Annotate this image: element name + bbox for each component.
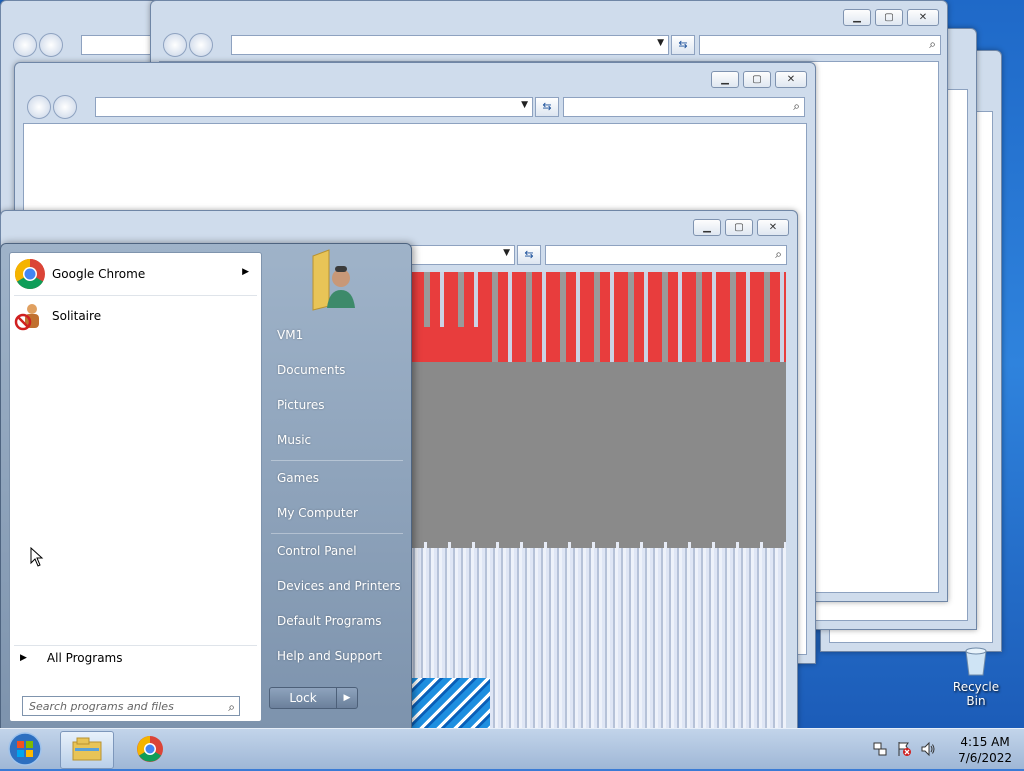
navigation-bar: ▼ ⇆ ⌕ [23,95,807,119]
minimize-button[interactable]: ▁ [711,71,739,88]
places-documents[interactable]: Documents [277,363,345,377]
taskbar-google-chrome[interactable] [124,731,176,767]
places-vm1[interactable]: VM1 [277,328,303,342]
taskbar: 4:15 AM 7/6/2022 [0,728,1024,769]
system-tray: 4:15 AM 7/6/2022 [864,729,1024,769]
separator [14,645,257,646]
places-help-and-support[interactable]: Help and Support [277,649,382,663]
glitch-red-band [410,327,480,362]
places-pictures[interactable]: Pictures [277,398,325,412]
dropdown-arrow-icon[interactable]: ▼ [503,248,510,258]
separator [271,460,403,461]
caption-buttons: ▁ ▢ ✕ [711,71,807,88]
volume-icon[interactable] [920,741,936,757]
maximize-button[interactable]: ▢ [875,9,903,26]
windows-explorer-icon [72,737,102,761]
search-box[interactable]: ⌕ [545,245,787,265]
recycle-bin[interactable]: Recycle Bin [944,645,1008,708]
maximize-button[interactable]: ▢ [725,219,753,236]
mouse-cursor-icon [30,547,44,567]
back-button[interactable] [163,33,187,57]
search-box[interactable]: ⌕ [699,35,941,55]
start-button[interactable] [6,731,44,767]
forward-button[interactable] [53,95,77,119]
recycle-bin-icon [965,647,987,676]
search-box[interactable]: ⌕ [563,97,805,117]
places-music[interactable]: Music [277,433,311,447]
back-button[interactable] [27,95,51,119]
address-bar[interactable]: ▼ [231,35,669,55]
shutdown-options-arrow-icon[interactable]: ▶ [336,687,358,709]
forward-button[interactable] [189,33,213,57]
search-icon: ⌕ [793,99,800,113]
action-center-warning-icon[interactable] [896,741,912,757]
separator [14,295,257,296]
minimize-button[interactable]: ▁ [843,9,871,26]
search-icon: ⌕ [929,37,936,51]
lock-button[interactable]: Lock [269,687,337,709]
program-label: Solitaire [52,309,102,323]
solitaire-icon [14,304,39,331]
chrome-icon [14,259,45,290]
user-folder-icon [312,249,355,311]
search-icon: ⌕ [775,247,782,261]
all-programs-label: All Programs [46,651,123,665]
places-devices-and-printers[interactable]: Devices and Printers [277,579,401,593]
forward-button[interactable] [39,33,63,57]
all-programs-button[interactable]: ▶ All Programs [20,651,123,665]
caption-buttons: ▁ ▢ ✕ [693,219,789,236]
close-button[interactable]: ✕ [757,219,789,236]
places-my-computer[interactable]: My Computer [277,506,358,520]
address-bar[interactable]: ▼ [407,245,515,265]
navigation-bar: ▼ ⇆ ⌕ [159,33,941,57]
start-menu-places-pane: VM1 Documents Pictures Music Games My Co… [263,244,411,729]
start-search-input[interactable]: Search programs and files ⌕ [22,696,240,716]
corrupted-graphics-area [410,272,786,728]
separator [271,533,403,534]
chrome-icon [137,736,163,762]
taskbar-windows-explorer[interactable] [60,731,114,769]
search-icon: ⌕ [228,700,235,714]
glitch-blue-pattern [410,678,490,728]
places-games[interactable]: Games [277,471,319,485]
start-menu: Google Chrome ▶ Solitaire ▶ All Programs… [0,243,412,730]
program-label: Google Chrome [52,267,146,281]
close-button[interactable]: ✕ [907,9,939,26]
minimize-button[interactable]: ▁ [693,219,721,236]
address-bar[interactable]: ▼ [95,97,533,117]
places-control-panel[interactable]: Control Panel [277,544,357,558]
refresh-button[interactable]: ⇆ [517,245,541,265]
clock-time: 4:15 AM [960,735,1010,749]
triangle-right-icon: ▶ [20,653,27,663]
program-google-chrome[interactable]: Google Chrome ▶ [14,255,257,293]
places-default-programs[interactable]: Default Programs [277,614,382,628]
maximize-button[interactable]: ▢ [743,71,771,88]
refresh-button[interactable]: ⇆ [671,35,695,55]
start-menu-programs-pane: Google Chrome ▶ Solitaire ▶ All Programs… [9,252,262,722]
refresh-button[interactable]: ⇆ [535,97,559,117]
dropdown-arrow-icon[interactable]: ▼ [657,38,664,48]
caption-buttons: ▁ ▢ ✕ [843,9,939,26]
close-button[interactable]: ✕ [775,71,807,88]
dropdown-arrow-icon[interactable]: ▼ [521,100,528,110]
back-button[interactable] [13,33,37,57]
search-placeholder: Search programs and files [29,700,174,713]
clock[interactable]: 4:15 AM 7/6/2022 [958,734,1012,766]
network-icon[interactable] [872,741,888,757]
recycle-bin-label: Recycle Bin [952,680,1000,708]
submenu-arrow-icon[interactable]: ▶ [242,267,249,277]
program-solitaire[interactable]: Solitaire [14,297,257,335]
clock-date: 7/6/2022 [958,751,1012,765]
